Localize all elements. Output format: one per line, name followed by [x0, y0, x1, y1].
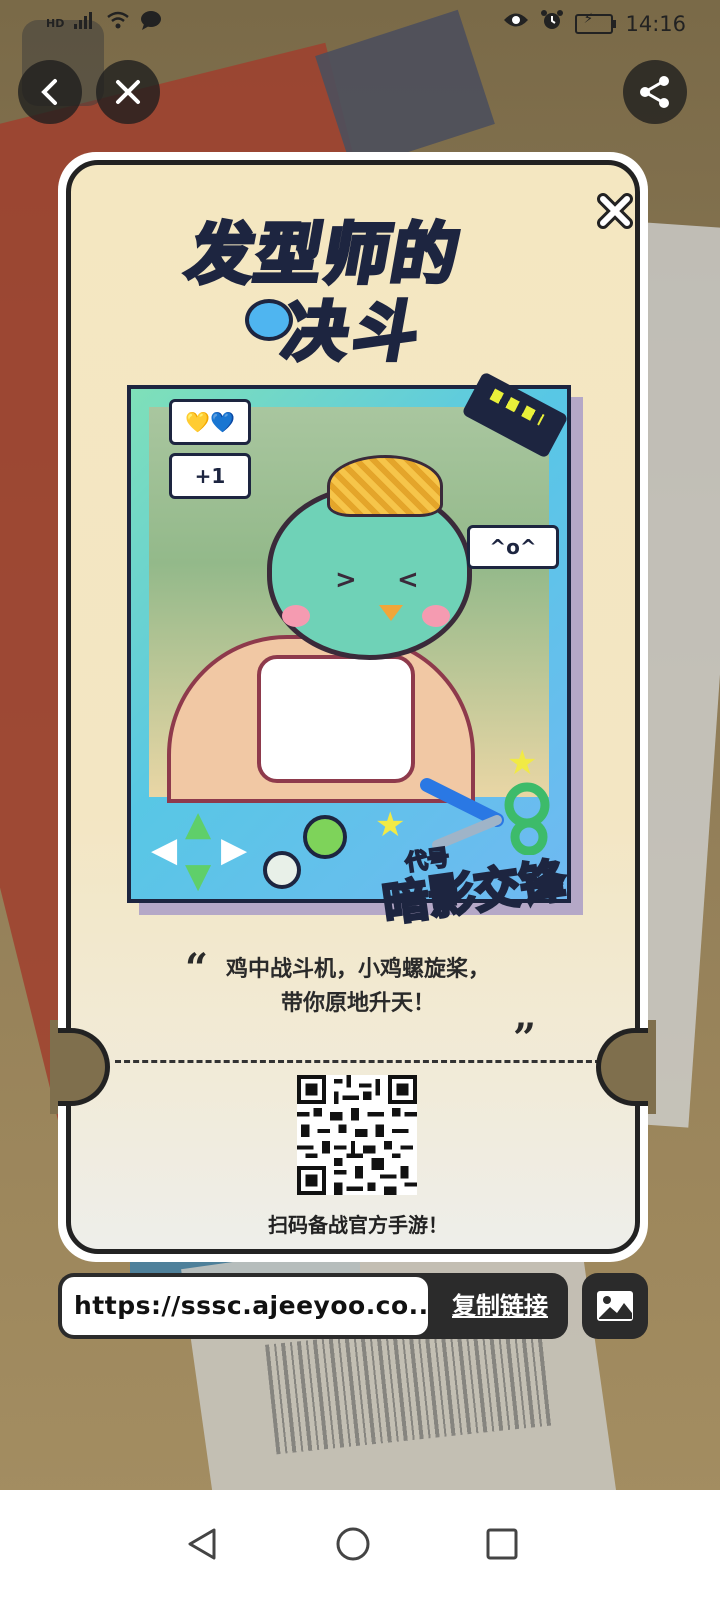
share-link-field[interactable]: https://sssc.ajeeyoo.co...	[62, 1277, 428, 1335]
b-button-icon	[263, 851, 301, 889]
wifi-icon	[106, 11, 130, 36]
close-x-icon	[597, 193, 633, 229]
quote-text: 鸡中战斗机，小鸡螺旋桨，带你原地升天！	[225, 957, 490, 1016]
chat-icon	[140, 10, 162, 37]
system-nav-bar	[0, 1490, 720, 1600]
clock: 14:16	[625, 11, 686, 36]
eye-icon	[503, 11, 529, 36]
close-icon	[116, 80, 140, 104]
home-circle-icon[interactable]	[335, 1526, 371, 1562]
copy-link-button[interactable]: 复制链接	[432, 1273, 568, 1339]
status-bar: HD ⚡ 14:16	[0, 0, 720, 44]
like-bubble: +1	[169, 453, 251, 499]
dashed-divider	[115, 1060, 601, 1063]
qr-caption: 扫码备战官方手游！	[268, 1213, 448, 1237]
face-bubble: ^o^	[467, 525, 559, 569]
character-illustration: > < 💛💙 +1 ^o^ ▲ ▼ ◀ ▶ ★ ★ 代号 暗影交锋	[127, 371, 583, 933]
battery-icon: ⚡	[575, 11, 617, 34]
signal-icon	[74, 11, 96, 36]
card-close-button[interactable]	[595, 191, 635, 231]
share-link-bar: https://sssc.ajeeyoo.co... 复制链接	[58, 1273, 568, 1339]
back-triangle-icon[interactable]	[184, 1526, 220, 1562]
chevron-left-icon	[41, 79, 57, 105]
beak	[379, 605, 403, 621]
recents-square-icon[interactable]	[484, 1526, 520, 1562]
back-button[interactable]	[18, 60, 82, 124]
dpad-icon: ▲ ▼ ◀ ▶	[151, 804, 248, 896]
card-body: 发型师的 决斗 > < 💛💙 +1 ^o^ ▲ ▼ ◀ ▶ ★ ★ 代号 暗影交…	[66, 160, 640, 1254]
share-button[interactable]	[623, 60, 687, 124]
share-icon	[640, 76, 669, 108]
heart-bubble: 💛💙	[169, 399, 251, 445]
tank-top	[257, 655, 415, 783]
alarm-icon	[541, 9, 564, 38]
game-title-logo: 发型师的 决斗	[179, 201, 529, 372]
save-image-button[interactable]	[582, 1273, 648, 1339]
hd-icon: HD	[46, 17, 65, 30]
a-button-icon	[303, 815, 347, 859]
share-card: 发型师的 决斗 > < 💛💙 +1 ^o^ ▲ ▼ ◀ ▶ ★ ★ 代号 暗影交…	[50, 152, 656, 1262]
quote-close-mark: ”	[513, 1015, 537, 1062]
brand-logo: 代号 暗影交锋	[378, 845, 571, 934]
qr-code[interactable]	[297, 1075, 417, 1195]
propeller-icon	[327, 455, 443, 517]
title-line2: 决斗	[275, 294, 432, 372]
image-icon	[597, 1291, 633, 1321]
close-button[interactable]	[96, 60, 160, 124]
